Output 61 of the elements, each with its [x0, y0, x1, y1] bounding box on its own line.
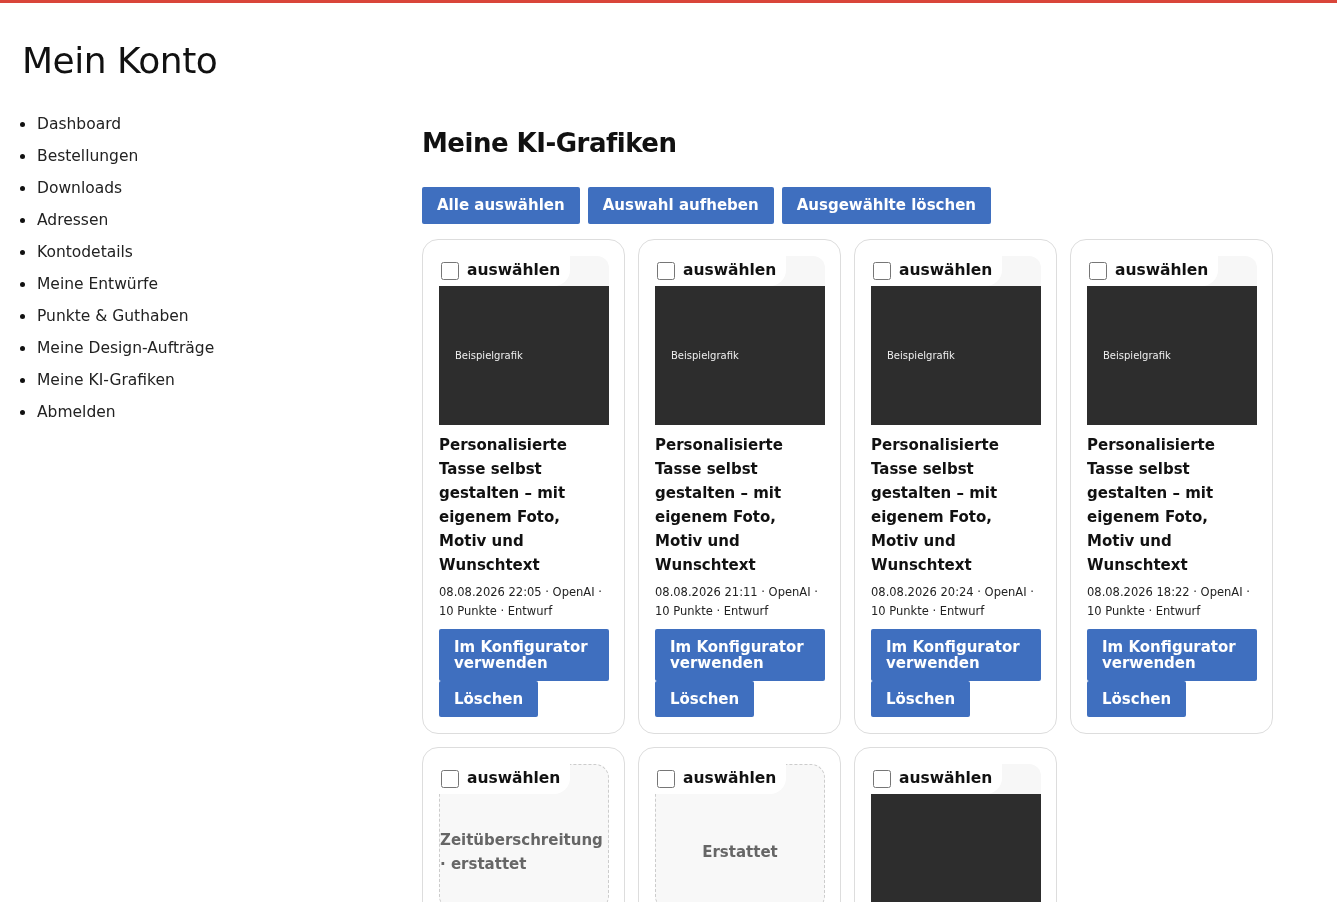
use-in-configurator-button[interactable]: Im Konfigurator verwenden [871, 628, 1041, 681]
status-text: Zeitüberschreitung · erstattet [440, 829, 604, 875]
select-checkbox-label[interactable]: auswählen [1087, 255, 1219, 286]
bullet-icon [20, 185, 25, 191]
nav-link-item[interactable]: Dashboard [37, 112, 122, 136]
bullet-icon [20, 217, 25, 223]
bullet-icon [20, 281, 25, 287]
use-in-configurator-button[interactable]: Im Konfigurator verwenden [1087, 628, 1257, 681]
bulk-action-button[interactable]: Auswahl aufheben [587, 187, 774, 224]
nav-link-item[interactable]: Meine Design-Aufträge [37, 336, 215, 360]
card-title: Personalisierte Tasse selbst gestalten – mit eigenem Foto, Motiv und Wunschtext [655, 434, 784, 576]
bulk-action-button[interactable]: Ausgewählte löschen [781, 187, 991, 224]
bullet-icon [20, 409, 25, 415]
image-caption: Beispielgrafik [887, 348, 955, 363]
select-checkbox-label[interactable]: auswählen [439, 255, 571, 286]
card-title: Personalisierte Tasse selbst gestalten – mit eigenem Foto, Motiv und Wunschtext [871, 434, 1000, 576]
card-title: Personalisierte Tasse selbst gestalten – mit eigenem Foto, Motiv und Wunschtext [1087, 434, 1216, 576]
delete-button[interactable]: Löschen [1087, 680, 1187, 717]
bullet-icon [20, 121, 25, 127]
image-caption: Beispielgrafik [1103, 348, 1171, 363]
select-checkbox-label[interactable]: auswählen [655, 763, 787, 794]
checkbox[interactable] [873, 261, 891, 280]
bullet-icon [20, 153, 25, 159]
nav-link-item[interactable]: Meine KI-Grafiken [37, 368, 175, 392]
nav-link-item[interactable]: Adressen [37, 208, 109, 232]
card-meta: 08.08.2026 21:11 · OpenAI · 10 Punkte · Entwurf [655, 583, 819, 620]
image-caption: Beispielgrafik [455, 348, 523, 363]
delete-button[interactable]: Löschen [439, 680, 539, 717]
card-title: Personalisierte Tasse selbst gestalten – mit eigenem Foto, Motiv und Wunschtext [439, 434, 568, 576]
checkbox[interactable] [1089, 261, 1107, 280]
nav-link-item[interactable]: Punkte & Guthaben [37, 304, 189, 328]
bullet-icon [20, 345, 25, 351]
select-checkbox-label[interactable]: auswählen [655, 255, 787, 286]
nav-link-item[interactable]: Meine Entwürfe [37, 272, 159, 296]
checkbox[interactable] [873, 769, 891, 788]
use-in-configurator-button[interactable]: Im Konfigurator verwenden [655, 628, 825, 681]
checkbox[interactable] [441, 769, 459, 788]
page-title: Mein Konto [22, 39, 219, 83]
card-meta: 08.08.2026 22:05 · OpenAI · 10 Punkte · Entwurf [439, 583, 603, 620]
nav-link-item[interactable]: Kontodetails [37, 240, 133, 264]
nav-link-item[interactable]: Abmelden [37, 400, 116, 424]
delete-button[interactable]: Löschen [655, 680, 755, 717]
checkbox[interactable] [441, 261, 459, 280]
nav-link-item[interactable]: Downloads [37, 176, 123, 200]
image-caption: Beispielgrafik [671, 348, 739, 363]
bullet-icon [20, 313, 25, 319]
checkbox[interactable] [657, 769, 675, 788]
status-text: Erstattet [702, 841, 778, 863]
card-meta: 08.08.2026 20:24 · OpenAI · 10 Punkte · Entwurf [871, 583, 1035, 620]
bullet-icon [20, 249, 25, 255]
section-title: Meine KI-Grafiken [422, 128, 678, 160]
bullet-icon [20, 377, 25, 383]
delete-button[interactable]: Löschen [871, 680, 971, 717]
select-checkbox-label[interactable]: auswählen [439, 763, 571, 794]
select-checkbox-label[interactable]: auswählen [871, 255, 1003, 286]
nav-link-item[interactable]: Bestellungen [37, 144, 139, 168]
use-in-configurator-button[interactable]: Im Konfigurator verwenden [439, 628, 609, 681]
bulk-action-button[interactable]: Alle auswählen [422, 187, 580, 224]
checkbox[interactable] [657, 261, 675, 280]
select-checkbox-label[interactable]: auswählen [871, 763, 1003, 794]
card-meta: 08.08.2026 18:22 · OpenAI · 10 Punkte · Entwurf [1087, 583, 1251, 620]
